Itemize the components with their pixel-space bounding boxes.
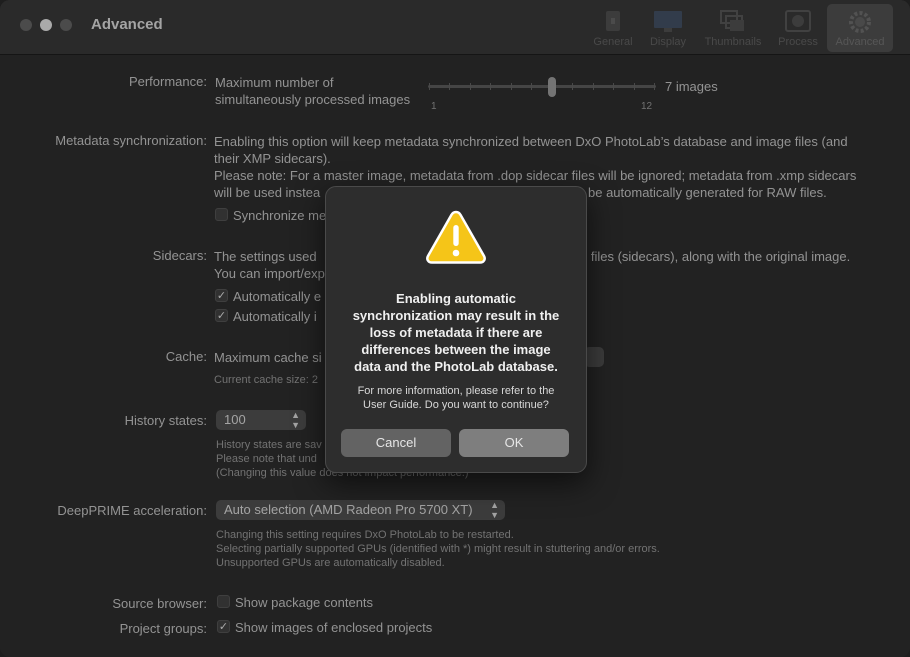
dialog-title: Enabling automatic synchronization may r… [352, 291, 560, 374]
preferences-window: Advanced General Display Thumbnails Proc… [0, 0, 910, 657]
warning-icon [426, 210, 486, 264]
warning-dialog: Enabling automatic synchronization may r… [325, 186, 587, 473]
cancel-button[interactable]: Cancel [341, 429, 451, 457]
dialog-message: For more information, please refer to th… [357, 385, 555, 411]
ok-button[interactable]: OK [459, 429, 569, 457]
